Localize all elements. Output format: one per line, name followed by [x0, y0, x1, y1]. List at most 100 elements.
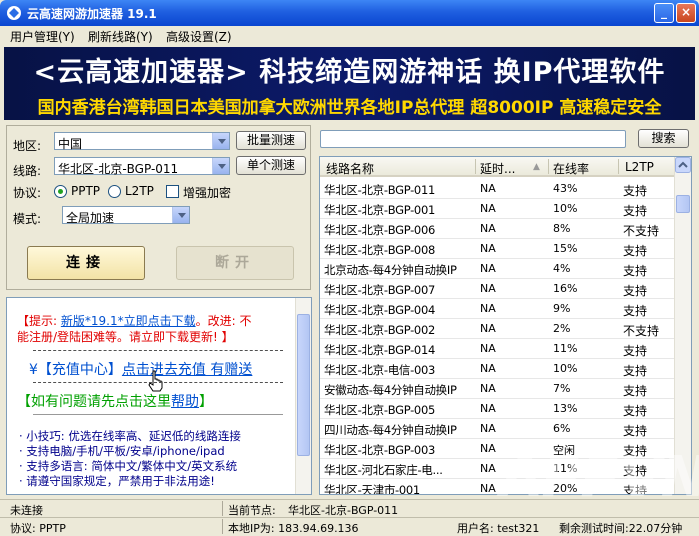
disconnect-button[interactable]: 断开 [176, 246, 294, 280]
table-row[interactable]: 华北区-北京-BGP-008 NA 15% 支持 [320, 239, 675, 259]
l2tp-cell: 支持 [623, 264, 648, 278]
l2tp-cell: 不支持 [623, 324, 660, 338]
online-rate-cell: 13% [553, 402, 578, 415]
l2tp-cell: 支持 [623, 304, 648, 318]
line-name-cell: 华北区-天津市-001 [324, 483, 420, 495]
table-row[interactable]: 华北区-北京-BGP-003 NA 空闲 支持 [320, 439, 675, 459]
status-divider [222, 519, 223, 534]
line-name-cell: 华北区-北京-BGP-004 [324, 303, 435, 317]
scroll-up-arrow-icon[interactable] [675, 157, 691, 173]
table-row[interactable]: 华北区-北京-BGP-004 NA 9% 支持 [320, 299, 675, 319]
table-row[interactable]: 华北区-天津市-001 NA 20% 支持 [320, 479, 675, 495]
ad-banner[interactable]: <云高速加速器> 科技缔造网游神话 换IP代理软件 国内香港台湾韩国日本美国加拿… [4, 47, 695, 120]
online-rate-cell: 6% [553, 422, 571, 435]
list-header: 线路名称 延时... ▲ 在线率 L2TP [320, 157, 675, 177]
column-divider[interactable] [475, 159, 476, 174]
search-button[interactable]: 搜索 [638, 129, 689, 148]
latency-cell: NA [480, 462, 496, 475]
online-rate-cell: 11% [553, 342, 578, 355]
table-row[interactable]: 华北区-北京-BGP-001 NA 10% 支持 [320, 199, 675, 219]
chevron-down-icon[interactable] [212, 158, 229, 174]
menu-advanced-settings[interactable]: 高级设置(Z) [166, 28, 232, 45]
online-rate-cell: 11% [553, 462, 578, 475]
l2tp-cell: 支持 [623, 364, 648, 378]
table-row[interactable]: 华北区-北京-BGP-011 NA 43% 支持 [320, 179, 675, 199]
table-row[interactable]: 华北区-北京-电信-003 NA 10% 支持 [320, 359, 675, 379]
title-bar[interactable]: 云高速网游加速器 19.1 _ × [0, 0, 699, 26]
l2tp-radio[interactable] [108, 185, 121, 198]
column-divider[interactable] [548, 159, 549, 174]
l2tp-cell: 支持 [623, 284, 648, 298]
notice-prefix: 【提示: [17, 314, 61, 328]
latency-cell: NA [480, 322, 496, 335]
single-speed-test-button[interactable]: 单个测速 [236, 156, 306, 175]
online-rate-cell: 15% [553, 242, 578, 255]
l2tp-label: L2TP [125, 184, 154, 198]
l2tp-cell: 支持 [623, 184, 648, 198]
menu-refresh-lines[interactable]: 刷新线路(Y) [88, 28, 153, 45]
region-select[interactable]: 中国 [54, 132, 230, 151]
latency-cell: NA [480, 482, 496, 495]
line-name-cell: 华北区-北京-BGP-006 [324, 223, 435, 237]
line-select[interactable]: 华北区-北京-BGP-011 [54, 157, 230, 176]
table-row[interactable]: 华北区-河北石家庄-电... NA 11% 支持 [320, 459, 675, 479]
line-name-cell: 华北区-北京-BGP-005 [324, 403, 435, 417]
table-row[interactable]: 华北区-北京-BGP-007 NA 16% 支持 [320, 279, 675, 299]
recharge-center: ¥【充值中心】点击进去充值 有赠送 [29, 359, 252, 379]
list-scrollbar[interactable] [674, 157, 691, 494]
menu-user-management[interactable]: 用户管理(Y) [10, 28, 75, 45]
region-label: 地区: [13, 139, 42, 153]
recharge-link[interactable]: 点击进去充值 有赠送 [122, 362, 252, 378]
line-list[interactable]: 线路名称 延时... ▲ 在线率 L2TP 华北区-北京-BGP-011 NA 43… [319, 156, 692, 495]
connect-button[interactable]: 连接 [27, 246, 145, 280]
table-row[interactable]: 华北区-北京-BGP-006 NA 8% 不支持 [320, 219, 675, 239]
latency-cell: NA [480, 182, 496, 195]
app-logo-icon [7, 6, 21, 20]
help-link[interactable]: 帮助 [171, 394, 199, 410]
region-value: 中国 [58, 137, 83, 151]
notice-rest: 。改进: 不 [195, 314, 252, 328]
scrollbar-thumb[interactable] [297, 314, 310, 456]
notice-scrollbar[interactable] [295, 298, 311, 494]
scrollbar-thumb[interactable] [676, 195, 690, 213]
search-input[interactable] [320, 130, 626, 148]
table-row[interactable]: 北京动态-每4分钟自动换IP NA 4% 支持 [320, 259, 675, 279]
help-suffix: 】 [199, 394, 213, 410]
minimize-button[interactable]: _ [654, 3, 674, 23]
online-rate-cell: 8% [553, 222, 571, 235]
column-header-name[interactable]: 线路名称 [326, 160, 374, 177]
l2tp-cell: 不支持 [623, 224, 660, 238]
line-name-cell: 安徽动态-每4分钟自动换IP [324, 383, 457, 397]
encrypt-checkbox[interactable] [166, 185, 179, 198]
status-divider [222, 501, 223, 516]
table-row[interactable]: 华北区-北京-BGP-014 NA 11% 支持 [320, 339, 675, 359]
help-prefix: 【如有问题请先点击这里 [17, 394, 171, 410]
table-row[interactable]: 华北区-北京-BGP-005 NA 13% 支持 [320, 399, 675, 419]
chevron-down-icon[interactable] [172, 207, 189, 223]
online-rate-cell: 7% [553, 382, 571, 395]
current-node-value: 华北区-北京-BGP-011 [288, 504, 399, 517]
column-header-online-rate[interactable]: 在线率 [553, 160, 589, 177]
batch-speed-test-button[interactable]: 批量测速 [236, 131, 306, 150]
download-link[interactable]: 新版*19.1*立即点击下载 [61, 314, 196, 328]
column-header-latency[interactable]: 延时... [480, 160, 515, 177]
chevron-down-icon[interactable] [212, 133, 229, 149]
column-divider[interactable] [618, 159, 619, 174]
pptp-radio[interactable] [54, 185, 67, 198]
table-row[interactable]: 四川动态-每4分钟自动换IP NA 6% 支持 [320, 419, 675, 439]
close-button[interactable]: × [676, 3, 696, 23]
table-row[interactable]: 华北区-北京-BGP-002 NA 2% 不支持 [320, 319, 675, 339]
table-row[interactable]: 安徽动态-每4分钟自动换IP NA 7% 支持 [320, 379, 675, 399]
online-rate-cell: 10% [553, 202, 578, 215]
mode-select[interactable]: 全局加速 [62, 206, 190, 225]
latency-cell: NA [480, 402, 496, 415]
l2tp-cell: 支持 [623, 404, 648, 418]
column-header-l2tp[interactable]: L2TP [625, 160, 654, 174]
status-bar-bottom: 协议: PPTP 本地IP为: 183.94.69.136 用户名: test3… [0, 517, 699, 536]
line-name-cell: 华北区-北京-BGP-014 [324, 343, 435, 357]
encrypt-label: 增强加密 [183, 186, 232, 200]
line-name-cell: 华北区-北京-BGP-002 [324, 323, 435, 337]
tip-item: · 支持电脑/手机/平板/安卓/iphone/ipad [19, 444, 225, 458]
online-rate-cell: 10% [553, 362, 578, 375]
help-line: 【如有问题请先点击这里帮助】 [17, 391, 213, 411]
